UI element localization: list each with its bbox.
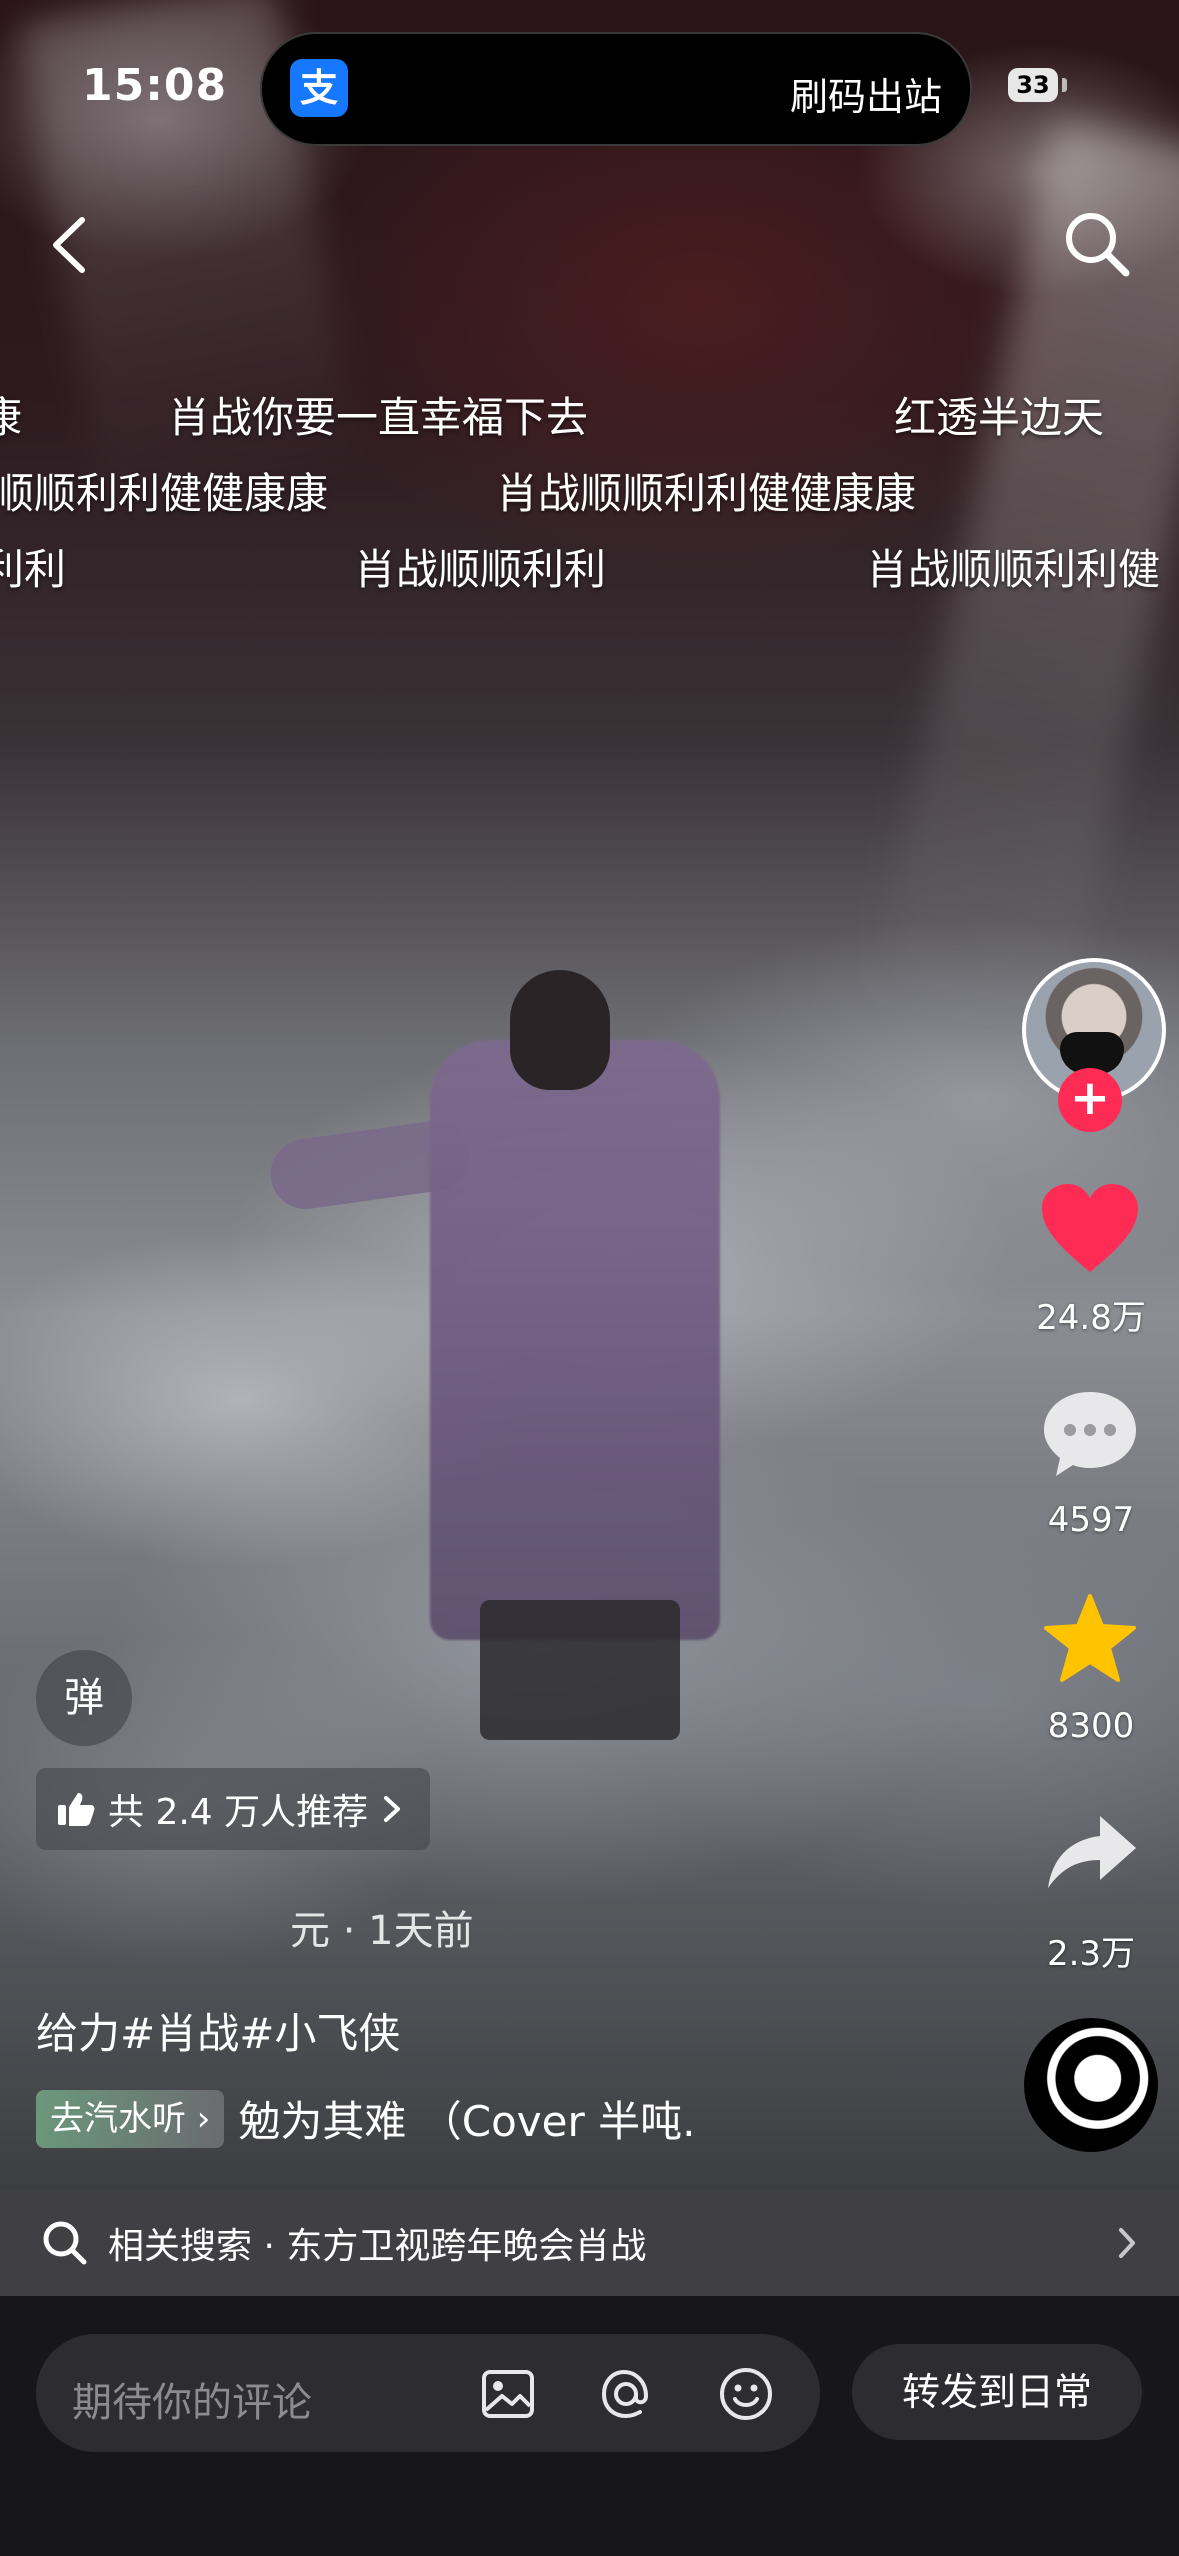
qishui-listen-tag[interactable]: 去汽水听 › — [36, 2089, 225, 2148]
chevron-right-icon: › — [186, 2098, 211, 2139]
chevron-left-icon — [53, 217, 85, 273]
video-player[interactable] — [0, 0, 1179, 2190]
like-count: 24.8万 — [1036, 1298, 1146, 1338]
battery-icon: 33 — [1008, 68, 1058, 102]
share-count: 2.3万 — [1046, 1934, 1136, 1974]
music-title: 勉为其难 （Cover 半吨. — [238, 2097, 696, 2146]
search-button[interactable] — [1058, 205, 1138, 285]
author-and-time[interactable]: 元 · 1天前 — [290, 1898, 474, 1956]
like-button[interactable] — [1038, 1180, 1142, 1280]
danmaku-comment: 肖战顺顺利利健健康康 — [496, 469, 917, 518]
comment-placeholder: 期待你的评论 — [72, 2380, 312, 2426]
music-row[interactable]: 去汽水听 › 勉为其难 （Cover 半吨. — [36, 2088, 695, 2149]
video-caption[interactable]: 给力#肖战#小飞侠 — [36, 2000, 400, 2061]
performer-legs — [480, 1600, 680, 1740]
dynamic-island[interactable]: 支 刷码出站 — [260, 32, 972, 146]
back-button[interactable] — [40, 210, 100, 280]
performer-figure — [430, 1040, 720, 1640]
danmaku-comment: 顺顺利利健健康康 — [0, 469, 329, 518]
battery-tip — [1062, 78, 1067, 92]
star-icon — [1044, 1594, 1136, 1682]
recommend-text: 共 2.4 万人推荐 — [108, 1792, 369, 1833]
comment-count: 4597 — [1047, 1500, 1135, 1540]
chevron-right-icon — [384, 1796, 401, 1822]
danmaku-comment: 利利 — [0, 545, 67, 594]
heart-icon — [1042, 1184, 1138, 1272]
music-disc-button[interactable] — [1024, 2018, 1158, 2152]
danmaku-comment: 肖战你要一直幸福下去 — [168, 393, 589, 442]
performer-head — [510, 970, 610, 1090]
forward-to-daily-button[interactable]: 转发到日常 — [852, 2344, 1142, 2440]
search-icon — [43, 2221, 87, 2265]
danmaku-comment: 肖战顺顺利利健 — [866, 545, 1161, 594]
chevron-right-icon — [1119, 2228, 1135, 2258]
mention-icon[interactable] — [596, 2364, 656, 2424]
danmaku-comment: 红透半边天 — [894, 393, 1105, 442]
favorite-count: 8300 — [1047, 1706, 1135, 1746]
danmaku-toggle-button[interactable]: 弹 — [36, 1650, 132, 1746]
share-arrow-icon — [1048, 1816, 1136, 1888]
status-time: 15:08 — [82, 60, 228, 111]
island-status-text: 刷码出站 — [789, 75, 942, 119]
share-button[interactable] — [1044, 1810, 1140, 1898]
search-icon — [1066, 213, 1130, 277]
related-search-bar[interactable]: 相关搜索 · 东方卫视跨年晚会肖战 — [0, 2190, 1179, 2296]
related-search-text: 相关搜索 · 东方卫视跨年晚会肖战 — [108, 2226, 647, 2267]
favorite-button[interactable] — [1042, 1592, 1138, 1688]
danmaku-comment: 康 — [0, 393, 23, 442]
alipay-icon: 支 — [290, 59, 348, 117]
comment-bubble-icon — [1044, 1392, 1136, 1476]
emoji-icon[interactable] — [716, 2364, 776, 2424]
recommend-pill[interactable]: 共 2.4 万人推荐 — [36, 1768, 431, 1850]
comment-input[interactable]: 期待你的评论 — [36, 2334, 820, 2452]
comment-button[interactable] — [1040, 1388, 1140, 1484]
follow-button[interactable]: + — [1058, 1068, 1122, 1132]
danmaku-comment: 肖战顺顺利利 — [354, 545, 607, 594]
image-icon[interactable] — [478, 2364, 538, 2424]
thumbs-up-icon — [58, 1793, 95, 1826]
qishui-tag-label: 去汽水听 — [50, 2098, 186, 2139]
comment-bar: 期待你的评论 转发到日常 — [0, 2296, 1179, 2556]
